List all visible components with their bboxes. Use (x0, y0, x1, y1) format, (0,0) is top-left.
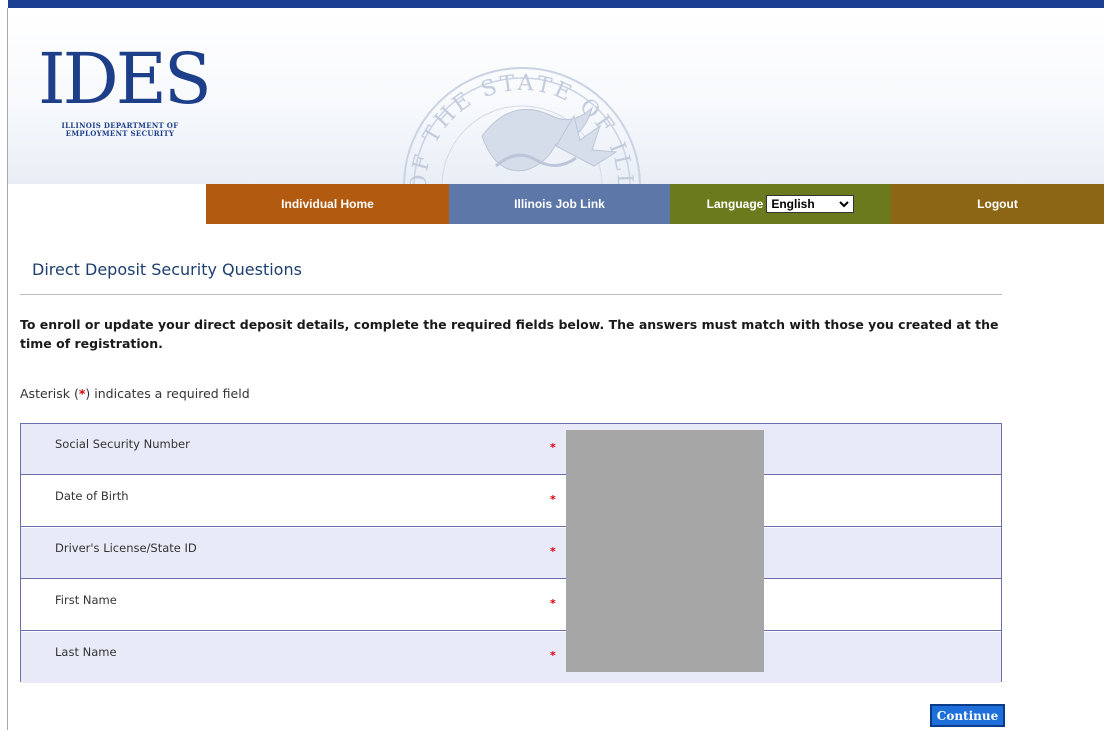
page-title: Direct Deposit Security Questions (32, 260, 302, 279)
continue-button[interactable]: Continue (930, 704, 1005, 727)
license-label: Driver's License/State ID (55, 541, 197, 555)
state-seal-image: SEAL OF THE STATE OF ILLINOIS (386, 16, 641, 184)
form-row-dob: Date of Birth * (21, 476, 1001, 527)
form-row-last-name: Last Name * (21, 632, 1001, 683)
nav-language: Language English (670, 184, 891, 224)
chevron-down-icon (839, 200, 850, 207)
nav-illinois-job-link[interactable]: Illinois Job Link (449, 184, 670, 224)
required-marker: * (550, 545, 556, 558)
required-note-suffix: ) indicates a required field (85, 386, 250, 401)
language-label: Language (706, 197, 764, 211)
title-divider (20, 294, 1002, 295)
form-row-first-name: First Name * (21, 580, 1001, 631)
security-questions-form: Social Security Number * Date of Birth *… (20, 423, 1002, 683)
language-select[interactable]: English (766, 195, 855, 213)
nav-individual-home[interactable]: Individual Home (206, 184, 449, 224)
form-row-ssn: Social Security Number * (21, 424, 1001, 475)
ides-logo[interactable]: IDES ILLINOIS DEPARTMENT OF EMPLOYMENT S… (38, 38, 212, 164)
dob-label: Date of Birth (55, 489, 129, 503)
top-accent-bar (8, 0, 1104, 8)
logo-subtitle: ILLINOIS DEPARTMENT OF EMPLOYMENT SECURI… (61, 121, 179, 138)
logo-text: IDES (38, 38, 212, 120)
required-note-prefix: Asterisk ( (20, 386, 79, 401)
required-marker: * (550, 441, 556, 454)
intro-text: To enroll or update your direct deposit … (20, 317, 999, 351)
main-navigation: Individual Home Illinois Job Link Langua… (8, 184, 1104, 224)
required-field-note: Asterisk (*) indicates a required field (20, 386, 250, 401)
ssn-label: Social Security Number (55, 437, 190, 451)
last-name-label: Last Name (55, 645, 117, 659)
redacted-input-area[interactable] (566, 430, 764, 672)
form-row-license: Driver's License/State ID * (21, 528, 1001, 579)
site-header: IDES ILLINOIS DEPARTMENT OF EMPLOYMENT S… (8, 8, 1104, 184)
language-selected: English (771, 197, 815, 211)
required-marker: * (550, 493, 556, 506)
required-marker: * (550, 597, 556, 610)
first-name-label: First Name (55, 593, 117, 607)
required-marker: * (550, 649, 556, 662)
nav-logout[interactable]: Logout (891, 184, 1104, 224)
